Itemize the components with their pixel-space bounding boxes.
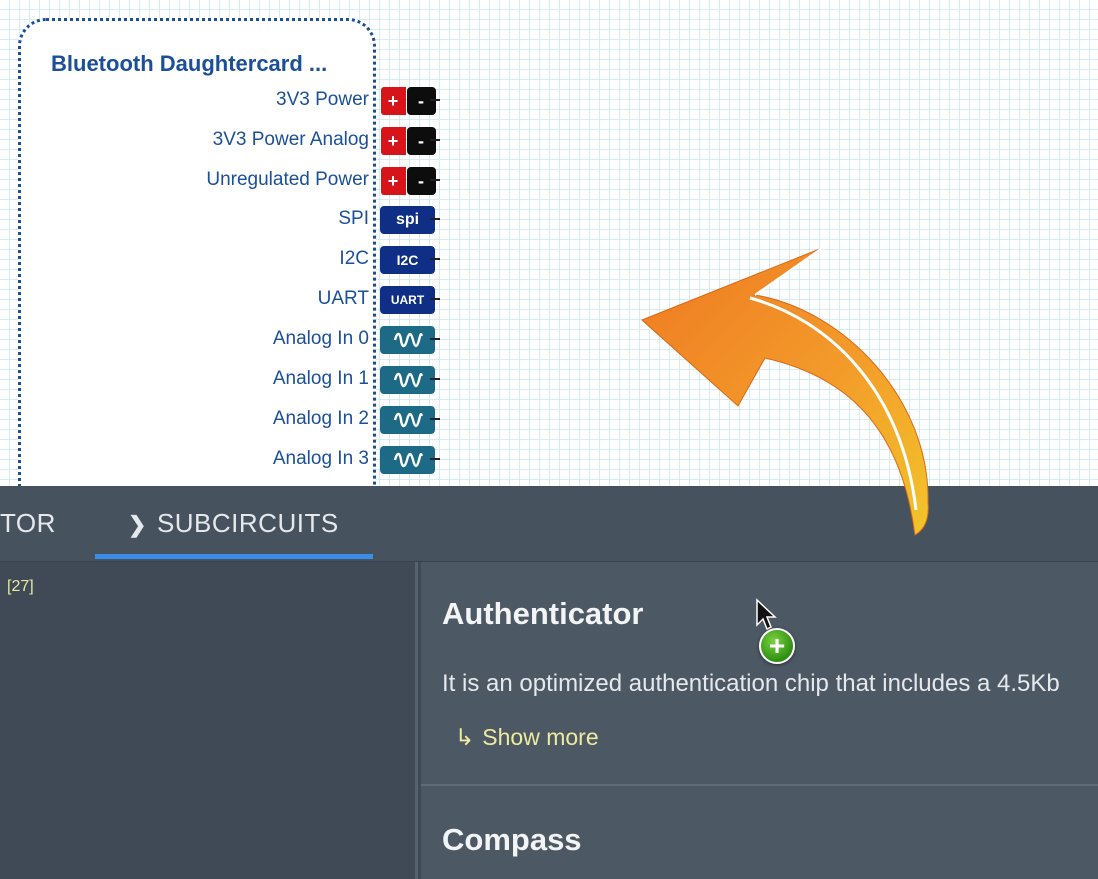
power-connector[interactable]: + -	[380, 127, 436, 155]
pin-label: 3V3 Power Analog	[212, 129, 369, 150]
result-count: [27]	[7, 578, 34, 595]
pin-row-analog-in-2: Analog In 2	[0, 406, 440, 434]
show-more-link[interactable]: ↳ Show more	[455, 724, 599, 751]
pin-label: Analog In 3	[272, 448, 369, 469]
pin-row-analog-in-0: Analog In 0	[0, 326, 440, 354]
pin-row-unregulated-power: Unregulated Power + -	[0, 167, 440, 195]
spi-connector[interactable]: spi	[380, 206, 435, 234]
pin-row-uart: UART UART	[0, 286, 440, 314]
pin-label: Analog In 2	[272, 408, 369, 429]
pin-wire	[430, 458, 440, 460]
analog-connector[interactable]	[380, 446, 435, 474]
pin-wire	[430, 99, 440, 101]
subcircuit-list-pane[interactable]: [27]	[0, 562, 418, 879]
pin-wire	[430, 258, 440, 260]
pin-label: Unregulated Power	[206, 169, 369, 190]
subcircuit-title: Authenticator	[442, 596, 644, 631]
pin-wire	[430, 378, 440, 380]
part-title: Bluetooth Daughtercard ...	[51, 51, 328, 76]
pin-label: 3V3 Power	[276, 89, 369, 110]
pin-label: UART	[317, 288, 369, 309]
tab-subcircuits-label: SUBCIRCUITS	[156, 508, 339, 538]
divider	[421, 784, 1098, 786]
pin-row-3v3-power-analog: 3V3 Power Analog + -	[0, 127, 440, 155]
bottom-panel: TOR ❯ SUBCIRCUITS [27] Authenticator It i…	[0, 486, 1098, 879]
plus-terminal[interactable]: +	[380, 127, 406, 155]
active-tab-indicator	[95, 554, 373, 559]
pin-label: I2C	[339, 248, 369, 269]
pin-row-i2c: I2C I2C	[0, 246, 440, 274]
power-connector[interactable]: + -	[380, 87, 436, 115]
mouse-pointer-icon	[756, 598, 777, 631]
pin-label: Analog In 0	[272, 328, 369, 349]
subcircuit-description: It is an optimized authentication chip t…	[442, 670, 1060, 697]
pin-row-analog-in-1: Analog In 1	[0, 366, 440, 394]
sine-wave-icon	[393, 332, 423, 348]
curved-arrow-icon	[641, 247, 929, 536]
add-plus-icon: +	[759, 628, 795, 664]
plus-terminal[interactable]: +	[380, 87, 406, 115]
analog-connector[interactable]	[380, 366, 435, 394]
show-more-label: Show more	[482, 724, 599, 750]
analog-connector[interactable]	[380, 406, 435, 434]
chevron-right-icon: ❯	[128, 512, 147, 537]
uart-connector[interactable]: UART	[380, 286, 435, 314]
pin-row-analog-in-3: Analog In 3	[0, 446, 440, 474]
i2c-connector[interactable]: I2C	[380, 246, 435, 274]
analog-connector[interactable]	[380, 326, 435, 354]
pin-wire	[430, 418, 440, 420]
pin-wire	[430, 179, 440, 181]
power-connector[interactable]: + -	[380, 167, 436, 195]
subcircuit-title: Compass	[442, 822, 582, 857]
sine-wave-icon	[393, 452, 423, 468]
tab-inspector[interactable]: TOR	[0, 508, 56, 539]
sine-wave-icon	[393, 372, 423, 388]
pin-wire	[430, 338, 440, 340]
return-arrow-icon: ↳	[455, 724, 475, 750]
pin-wire	[430, 298, 440, 300]
pin-label: Analog In 1	[272, 368, 369, 389]
minus-terminal[interactable]: -	[406, 87, 436, 115]
minus-terminal[interactable]: -	[406, 167, 436, 195]
pin-wire	[430, 218, 440, 220]
plus-terminal[interactable]: +	[380, 167, 406, 195]
pin-row-spi: SPI spi	[0, 206, 440, 234]
tab-subcircuits[interactable]: ❯ SUBCIRCUITS	[128, 508, 339, 539]
pin-row-3v3-power: 3V3 Power + -	[0, 87, 440, 115]
pin-label: SPI	[338, 208, 369, 229]
pin-wire	[430, 139, 440, 141]
sine-wave-icon	[393, 412, 423, 428]
minus-terminal[interactable]: -	[406, 127, 436, 155]
